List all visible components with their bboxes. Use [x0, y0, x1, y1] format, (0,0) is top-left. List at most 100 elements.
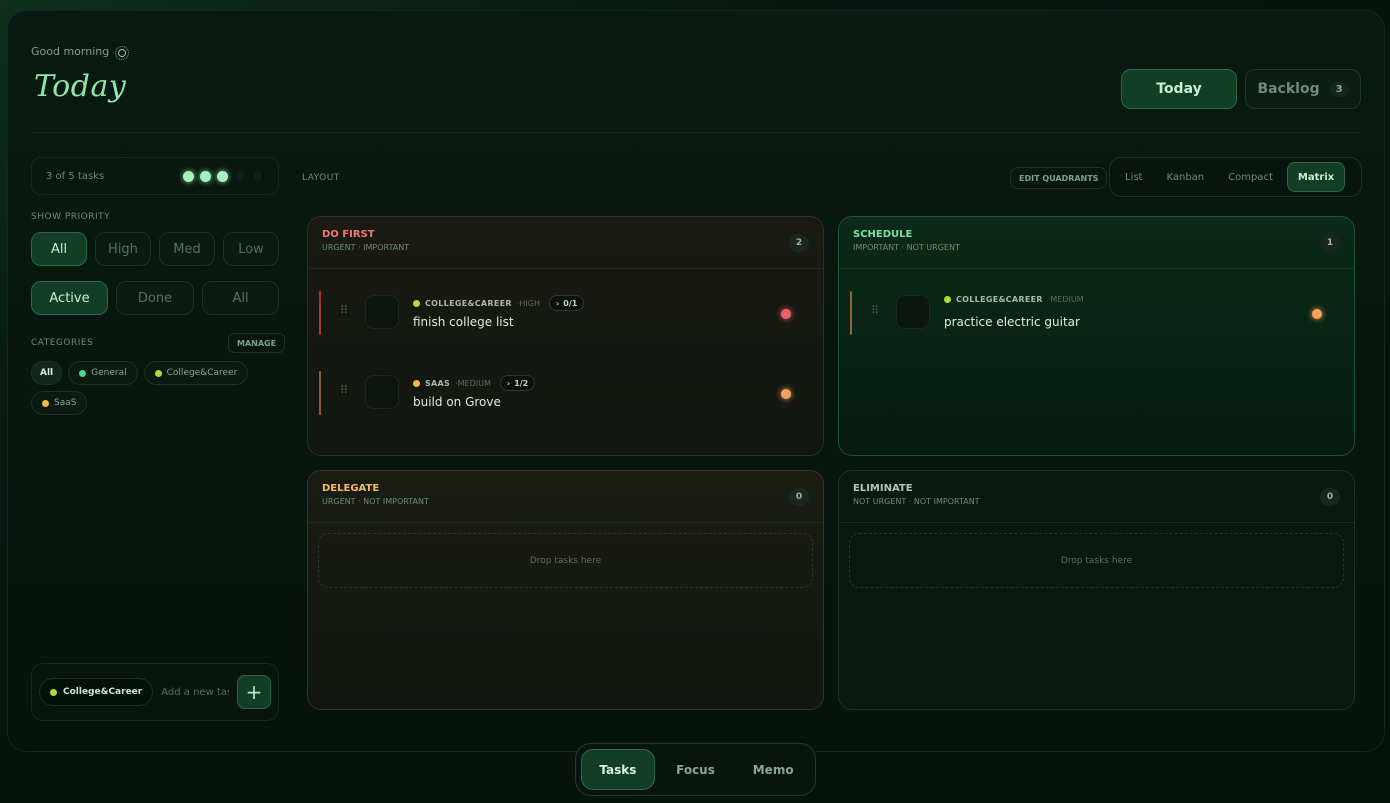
task-list: ⠿ COLLEGE&CAREER ·HIGH › 0/1 finish college l… — [308, 269, 823, 429]
status-done-button[interactable]: Done — [116, 281, 194, 315]
subtask-toggle[interactable]: › 1/2 — [499, 375, 536, 391]
task-name: finish college list — [413, 315, 514, 329]
quadrant-subtitle: URGENT · IMPORTANT — [322, 243, 410, 252]
chevron-right-icon: › — [556, 298, 560, 308]
drag-handle-icon[interactable]: ⠿ — [871, 305, 879, 316]
tab-today-label: Today — [1156, 81, 1202, 97]
nav-focus[interactable]: Focus — [659, 749, 733, 790]
priority-flag-icon — [781, 309, 791, 319]
edit-quadrants-button[interactable]: EDIT QUADRANTS — [1010, 167, 1108, 189]
category-chips: All General College&Career SaaS — [31, 361, 281, 415]
priority-high-button[interactable]: High — [95, 232, 151, 266]
quadrant-eliminate: ELIMINATE NOT URGENT · NOT IMPORTANT 0 D… — [838, 470, 1355, 710]
quadrant-count-badge: 2 — [789, 234, 809, 252]
quadrant-do-first: DO FIRST URGENT · IMPORTANT 2 ⠿ COLLEGE&C… — [307, 216, 824, 456]
category-dot-icon — [50, 688, 57, 696]
header-divider — [31, 132, 1361, 133]
quadrant-title: DELEGATE — [322, 483, 380, 494]
add-task-category-label: College&Career — [63, 687, 143, 697]
task-name: build on Grove — [413, 395, 501, 409]
task-name: practice electric guitar — [944, 315, 1080, 329]
drag-handle-icon[interactable]: ⠿ — [340, 305, 348, 316]
add-task-input[interactable] — [161, 686, 229, 698]
priority-flag-icon — [1312, 309, 1322, 319]
quadrant-header: DELEGATE URGENT · NOT IMPORTANT 0 — [308, 471, 823, 523]
priority-all-button[interactable]: All — [31, 232, 87, 266]
progress-dot — [217, 170, 228, 182]
category-dot-icon — [79, 369, 87, 377]
progress-dot — [236, 172, 244, 180]
priority-bar — [850, 291, 852, 335]
category-dot-icon — [154, 369, 162, 377]
task-meta: SAAS ·MEDIUM › 1/2 — [413, 375, 536, 391]
category-chip[interactable]: All — [31, 361, 63, 385]
task-meta: COLLEGE&CAREER ·MEDIUM — [944, 295, 1084, 304]
quadrant-title: SCHEDULE — [853, 229, 913, 240]
category-chip-label: SaaS — [54, 398, 77, 408]
quadrant-header: DO FIRST URGENT · IMPORTANT 2 — [308, 217, 823, 269]
priority-low-button[interactable]: Low — [223, 232, 279, 266]
quadrant-count-badge: 0 — [789, 488, 809, 506]
progress-dot — [183, 170, 194, 182]
task-priority: ·MEDIUM — [1047, 295, 1084, 304]
tab-backlog-label: Backlog — [1257, 81, 1320, 97]
category-chip-label: College&Career — [166, 368, 238, 378]
task-checkbox[interactable] — [896, 295, 930, 329]
backlog-count-badge: 3 — [1329, 81, 1349, 97]
priority-med-button[interactable]: Med — [159, 232, 215, 266]
task-checkbox[interactable] — [365, 375, 399, 409]
layout-tab-kanban[interactable]: Kanban — [1156, 162, 1214, 192]
category-chip[interactable]: General — [68, 361, 138, 385]
priority-bar — [319, 371, 321, 415]
subtask-toggle[interactable]: › 0/1 — [549, 295, 585, 311]
nav-memo[interactable]: Memo — [736, 749, 810, 790]
status-filter: Active Done All — [31, 281, 279, 315]
greeting-text: Good morning — [31, 45, 110, 58]
category-chip[interactable]: College&Career — [143, 361, 249, 385]
progress-dot — [200, 170, 211, 182]
task-item[interactable]: ⠿ SAAS ·MEDIUM › 1/2 build on Grove — [308, 349, 823, 429]
add-task-category-select[interactable]: College&Career — [39, 678, 154, 706]
task-category: COLLEGE&CAREER — [956, 295, 1043, 304]
layout-tab-matrix[interactable]: Matrix — [1286, 162, 1346, 192]
task-priority: ·HIGH — [516, 298, 540, 308]
drag-handle-icon[interactable]: ⠿ — [340, 385, 348, 396]
tab-today[interactable]: Today — [1121, 69, 1237, 109]
add-task-button[interactable]: + — [237, 675, 271, 709]
bottom-nav: Tasks Focus Memo — [575, 743, 816, 796]
task-category: SAAS — [425, 378, 451, 388]
layout-tab-list[interactable]: List — [1115, 162, 1152, 192]
priority-label: SHOW PRIORITY — [31, 212, 111, 222]
categories-label: CATEGORIES — [31, 338, 94, 348]
view-tabs: Today Backlog 3 — [1121, 69, 1361, 109]
drop-zone[interactable]: Drop tasks here — [849, 533, 1344, 588]
tab-backlog[interactable]: Backlog 3 — [1245, 69, 1361, 109]
category-chip-label: All — [40, 368, 54, 378]
category-chip[interactable]: SaaS — [31, 391, 88, 415]
drop-zone[interactable]: Drop tasks here — [318, 533, 813, 588]
task-checkbox[interactable] — [365, 295, 399, 329]
task-item[interactable]: ⠿ COLLEGE&CAREER ·HIGH › 0/1 finish college l… — [308, 269, 823, 349]
task-item[interactable]: ⠿ COLLEGE&CAREER ·MEDIUM practice electric … — [839, 269, 1354, 349]
status-active-button[interactable]: Active — [31, 281, 108, 315]
quadrant-title: ELIMINATE — [853, 483, 913, 494]
manage-categories-button[interactable]: MANAGE — [228, 333, 286, 353]
quadrant-header: ELIMINATE NOT URGENT · NOT IMPORTANT 0 — [839, 471, 1354, 523]
app-window: Good morning Today Today Backlog 3 3 of … — [7, 10, 1385, 752]
quadrant-schedule: SCHEDULE IMPORTANT · NOT URGENT 1 ⠿ COLLE… — [838, 216, 1355, 456]
quadrant-delegate: DELEGATE URGENT · NOT IMPORTANT 0 Drop t… — [307, 470, 824, 710]
greeting: Good morning — [31, 45, 130, 60]
chevron-right-icon: › — [506, 378, 511, 388]
layout-tab-compact[interactable]: Compact — [1218, 162, 1283, 192]
task-meta: COLLEGE&CAREER ·HIGH › 0/1 — [413, 295, 585, 311]
nav-tasks[interactable]: Tasks — [581, 749, 655, 790]
quadrant-subtitle: NOT URGENT · NOT IMPORTANT — [853, 497, 980, 506]
status-all-button[interactable]: All — [202, 281, 279, 315]
quadrant-subtitle: IMPORTANT · NOT URGENT — [853, 243, 960, 252]
task-priority: ·MEDIUM — [455, 378, 491, 388]
progress-text: 3 of 5 tasks — [46, 170, 105, 182]
quadrant-title: DO FIRST — [322, 229, 375, 240]
quadrant-count-badge: 1 — [1320, 234, 1340, 252]
category-dot-icon — [42, 399, 49, 407]
task-list: ⠿ COLLEGE&CAREER ·MEDIUM practice electric … — [839, 269, 1354, 349]
